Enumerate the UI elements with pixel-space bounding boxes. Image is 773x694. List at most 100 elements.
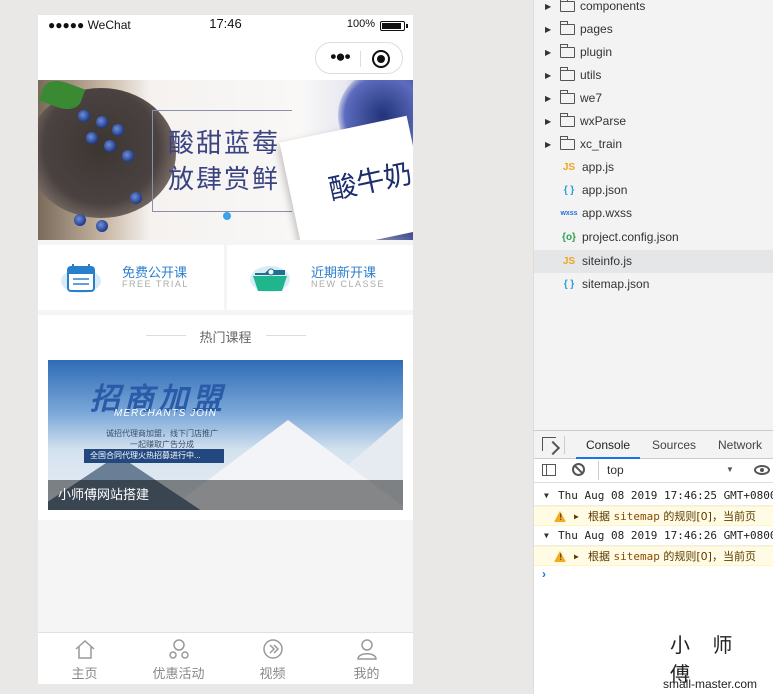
- blueberry: [130, 192, 142, 204]
- mini-program-nav-bar: •●•: [38, 37, 413, 80]
- new-class-entry[interactable]: 近期新开课 NEW CLASSE: [227, 245, 413, 310]
- folder-icon: [560, 44, 575, 58]
- clear-console-icon[interactable]: [572, 463, 585, 476]
- expand-arrow-icon[interactable]: ▼: [544, 526, 549, 545]
- tab-console[interactable]: Console: [576, 431, 641, 459]
- warning-rest: 的规则[0]，当前页: [663, 510, 756, 523]
- tab-bar: 主页 优惠活动 视频 我的: [38, 632, 413, 684]
- js-file-icon: JS: [562, 256, 576, 267]
- folder-icon: [560, 0, 575, 12]
- folder-icon: [560, 67, 575, 81]
- warning-prefix: 根据: [588, 550, 610, 563]
- more-icon[interactable]: •●•: [326, 48, 354, 68]
- tree-folder[interactable]: ▶ utils: [534, 64, 773, 87]
- battery-percent: 100%: [346, 18, 375, 30]
- json-file-icon: { }: [563, 279, 575, 290]
- js-file-icon: JS: [562, 162, 576, 173]
- expand-arrow-icon[interactable]: ▶: [545, 133, 551, 156]
- log-timestamp: Thu Aug 08 2019 17:46:26 GMT+0800: [558, 529, 773, 542]
- expand-arrow-icon[interactable]: ▶: [545, 110, 551, 133]
- carousel-indicator[interactable]: [223, 212, 231, 220]
- tree-folder[interactable]: ▶ wxParse: [534, 110, 773, 133]
- capsule-menu: •●•: [315, 42, 403, 74]
- phone-simulator: ●●●●● WeChat 17:46 100% •●• 酸甜蓝莓 放肆赏鲜 酸牛…: [38, 15, 413, 684]
- calendar-icon: [61, 264, 101, 293]
- capsule-divider: [360, 51, 361, 67]
- entry-subtitle: FREE TRIAL: [122, 279, 189, 289]
- tab-video[interactable]: 视频: [226, 633, 319, 684]
- free-trial-entry[interactable]: 免费公开课 FREE TRIAL: [38, 245, 224, 310]
- sidebar-toggle-icon[interactable]: [542, 464, 556, 476]
- status-bar: ●●●●● WeChat 17:46 100%: [38, 15, 413, 37]
- course-card[interactable]: 招商加盟 MERCHANTS JOIN 诚招代理商加盟，线下门店推广 一起赚取广…: [48, 360, 403, 510]
- tree-file[interactable]: { } sitemap.json: [534, 273, 773, 296]
- tab-label: 优惠活动: [152, 666, 205, 681]
- expand-arrow-icon[interactable]: ▼: [544, 486, 549, 505]
- section-divider: [266, 335, 306, 336]
- log-timestamp: Thu Aug 08 2019 17:46:25 GMT+0800: [558, 489, 773, 502]
- config-file-icon: {o}: [562, 232, 576, 243]
- tab-network[interactable]: Network: [718, 431, 762, 459]
- expand-arrow-icon[interactable]: ▶: [545, 64, 551, 87]
- console-prompt[interactable]: ›: [542, 567, 546, 581]
- log-group-header[interactable]: ▼ Thu Aug 08 2019 17:46:25 GMT+0800: [534, 486, 773, 506]
- tab-label: 视频: [259, 666, 286, 681]
- expand-arrow-icon[interactable]: ▶: [545, 0, 551, 18]
- log-group-header[interactable]: ▼ Thu Aug 08 2019 17:46:26 GMT+0800: [534, 526, 773, 546]
- tree-file[interactable]: {o} project.config.json: [534, 226, 773, 249]
- folder-name: plugin: [580, 45, 613, 59]
- course-caption: 小师傅网站搭建: [48, 480, 403, 510]
- expand-arrow-icon[interactable]: ▶: [545, 41, 551, 64]
- tab-label: 主页: [71, 666, 98, 681]
- warning-text: 根据 sitemap 的规则[0]，当前页: [588, 507, 756, 525]
- tree-folder[interactable]: ▶ components: [534, 0, 773, 18]
- folder-icon: [560, 136, 575, 150]
- folder-name: xc_train: [580, 137, 623, 151]
- expand-arrow-icon[interactable]: ▶: [574, 547, 579, 565]
- blueberry: [122, 150, 134, 162]
- banner-carousel[interactable]: 酸甜蓝莓 放肆赏鲜 酸牛奶: [38, 80, 413, 240]
- file-name: app.js: [582, 160, 615, 174]
- section-title: 热门课程: [199, 330, 252, 345]
- tree-folder[interactable]: ▶ xc_train: [534, 133, 773, 156]
- folder-icon: [250, 266, 290, 292]
- folder-icon: [560, 90, 575, 104]
- file-name: app.wxss: [582, 206, 633, 220]
- course-description: 诚招代理商加盟，线下门店推广 一起赚取广告分成: [106, 429, 218, 449]
- file-tree: ▶ components ▶ pages ▶ plugin ▶ utils ▶ …: [533, 0, 773, 430]
- file-name: siteinfo.js: [582, 254, 633, 268]
- folder-name: we7: [580, 91, 603, 105]
- inspect-element-icon[interactable]: [542, 437, 556, 451]
- tab-profile[interactable]: 我的: [320, 633, 413, 684]
- close-mini-program-icon[interactable]: [372, 50, 390, 68]
- expand-arrow-icon[interactable]: ▶: [545, 87, 551, 110]
- warning-message[interactable]: ! ▶ 根据 sitemap 的规则[0]，当前页: [534, 546, 773, 566]
- warning-message[interactable]: ! ▶ 根据 sitemap 的规则[0]，当前页: [534, 506, 773, 526]
- tab-sources[interactable]: Sources: [652, 431, 696, 459]
- tree-folder[interactable]: ▶ we7: [534, 87, 773, 110]
- tree-file[interactable]: { } app.json: [534, 179, 773, 202]
- blueberry: [104, 140, 116, 152]
- expand-arrow-icon[interactable]: ▶: [574, 507, 579, 525]
- tab-discount[interactable]: 优惠活动: [132, 633, 225, 684]
- tree-file-selected[interactable]: JS siteinfo.js: [534, 250, 773, 273]
- course-headline-en: MERCHANTS JOIN: [114, 408, 217, 419]
- chevron-down-icon[interactable]: ▼: [726, 465, 734, 474]
- folder-name: utils: [580, 68, 602, 82]
- wxss-file-icon: wxss: [560, 210, 578, 217]
- tab-home[interactable]: 主页: [38, 633, 131, 684]
- warning-rest: 的规则[0]，当前页: [663, 550, 756, 563]
- tree-folder[interactable]: ▶ pages: [534, 18, 773, 41]
- toolbar-divider: [564, 436, 565, 454]
- context-select[interactable]: top: [598, 461, 740, 480]
- hot-courses-section: 热门课程 招商加盟 MERCHANTS JOIN 诚招代理商加盟，线下门店推广 …: [38, 315, 413, 520]
- course-strip: 全国合同代理火热招募进行中...: [84, 449, 224, 463]
- file-name: sitemap.json: [582, 277, 650, 291]
- tree-file[interactable]: wxss app.wxss: [534, 202, 773, 225]
- tree-folder[interactable]: ▶ plugin: [534, 41, 773, 64]
- tree-file[interactable]: JS app.js: [534, 156, 773, 179]
- warning-mark: !: [558, 553, 564, 563]
- eye-icon[interactable]: [754, 465, 770, 475]
- battery-icon: [380, 21, 408, 31]
- expand-arrow-icon[interactable]: ▶: [545, 18, 551, 41]
